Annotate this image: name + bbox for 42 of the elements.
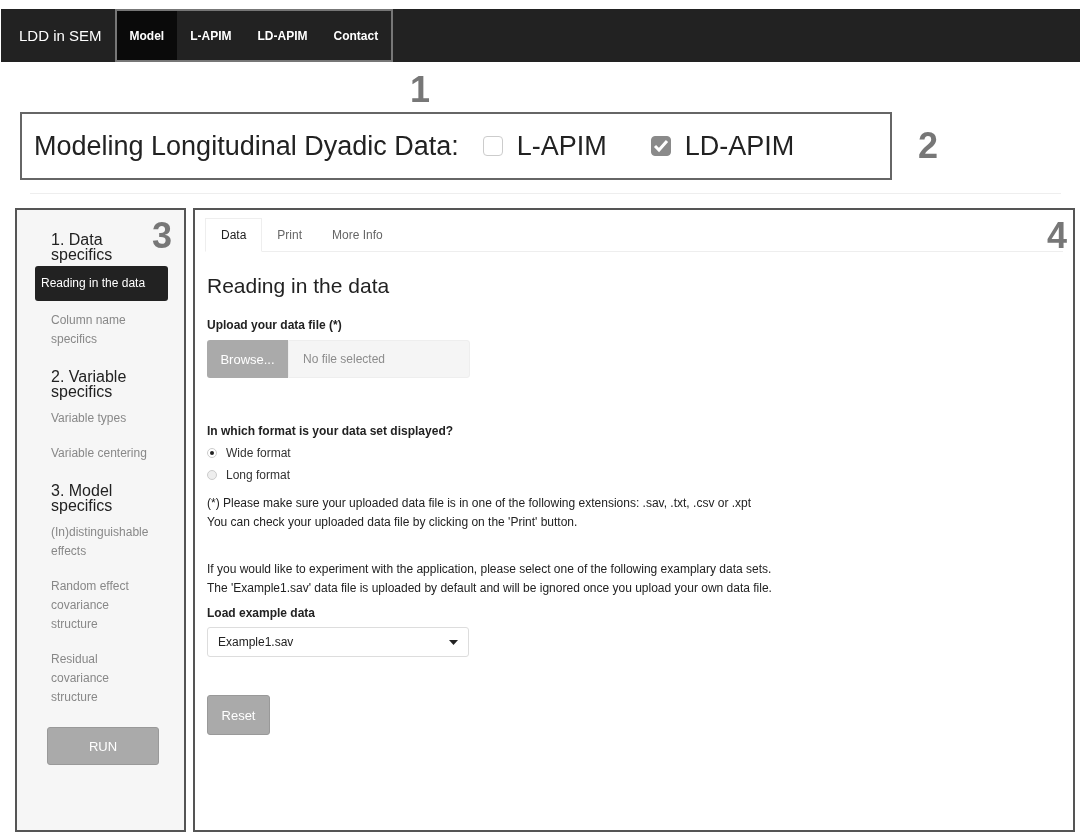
section-heading: 3. Model specifics	[50, 483, 114, 513]
checkbox-label: LD-APIM	[684, 130, 795, 162]
radio-button[interactable]	[207, 470, 217, 480]
callout-number: 3	[151, 218, 172, 254]
radio-label: Wide format	[226, 446, 291, 460]
field-label: In which format is your data set displayed?	[207, 424, 455, 438]
callout-number: 1	[410, 70, 431, 110]
sidebar-item[interactable]: Random effect covariance structure	[35, 571, 168, 640]
checkbox[interactable]	[650, 136, 671, 156]
field-label: Load example data	[207, 606, 317, 620]
field-label: Upload your data file (*)	[207, 318, 343, 332]
tab[interactable]: More Info	[317, 218, 398, 251]
sidebar-item[interactable]: Column name specifics	[35, 305, 168, 355]
sidebar-item[interactable]: Variable types	[35, 403, 168, 434]
help-text: If you would like to experiment with the application, please select one of the following examplary data sets.	[207, 561, 773, 578]
section-heading: 2. Variable specifics	[50, 369, 128, 399]
radio-label: Long format	[226, 468, 291, 482]
checkbox-label: L-APIM	[516, 130, 607, 162]
help-text: The 'Example1.sav' data file is uploaded by default and will be ignored once you upload your own data file.	[207, 580, 773, 597]
callout-number: 4	[1046, 218, 1067, 254]
help-text: (*) Please make sure your uploaded data file is in one of the following extensions: .sav, .txt, .csv or .xpt	[207, 495, 753, 512]
callout-number: 2	[918, 125, 939, 167]
sidebar-item[interactable]: Variable centering	[35, 438, 168, 469]
section-heading: Reading in the data	[207, 274, 391, 298]
app-brand[interactable]: LDD in SEM	[1, 9, 115, 62]
sidebar-item[interactable]: Residual covariance structure	[35, 644, 168, 713]
radio-button[interactable]	[207, 448, 217, 458]
caret-icon	[449, 639, 458, 645]
file-name-field[interactable]: No file selected	[288, 340, 470, 378]
nav-tab[interactable]: Model	[116, 11, 178, 60]
checkbox[interactable]	[482, 136, 503, 156]
sidebar-item[interactable]: Reading in the data	[35, 266, 168, 301]
nav-tab[interactable]: LD-APIM	[244, 11, 321, 60]
example-dropdown[interactable]: Example1.sav	[207, 627, 469, 657]
tab[interactable]: Print	[262, 218, 318, 251]
nav-tab[interactable]: L-APIM	[177, 11, 245, 60]
sidebar-item[interactable]: (In)distinguishable effects	[35, 517, 168, 567]
nav-tab[interactable]: Contact	[320, 11, 392, 60]
tab[interactable]: Data	[205, 218, 263, 252]
section-heading: 1. Data specifics	[50, 232, 114, 262]
page-title: Modeling Longitudinal Dyadic Data:	[34, 130, 459, 162]
help-text: You can check your uploaded data file by clicking on the 'Print' button.	[207, 514, 579, 531]
